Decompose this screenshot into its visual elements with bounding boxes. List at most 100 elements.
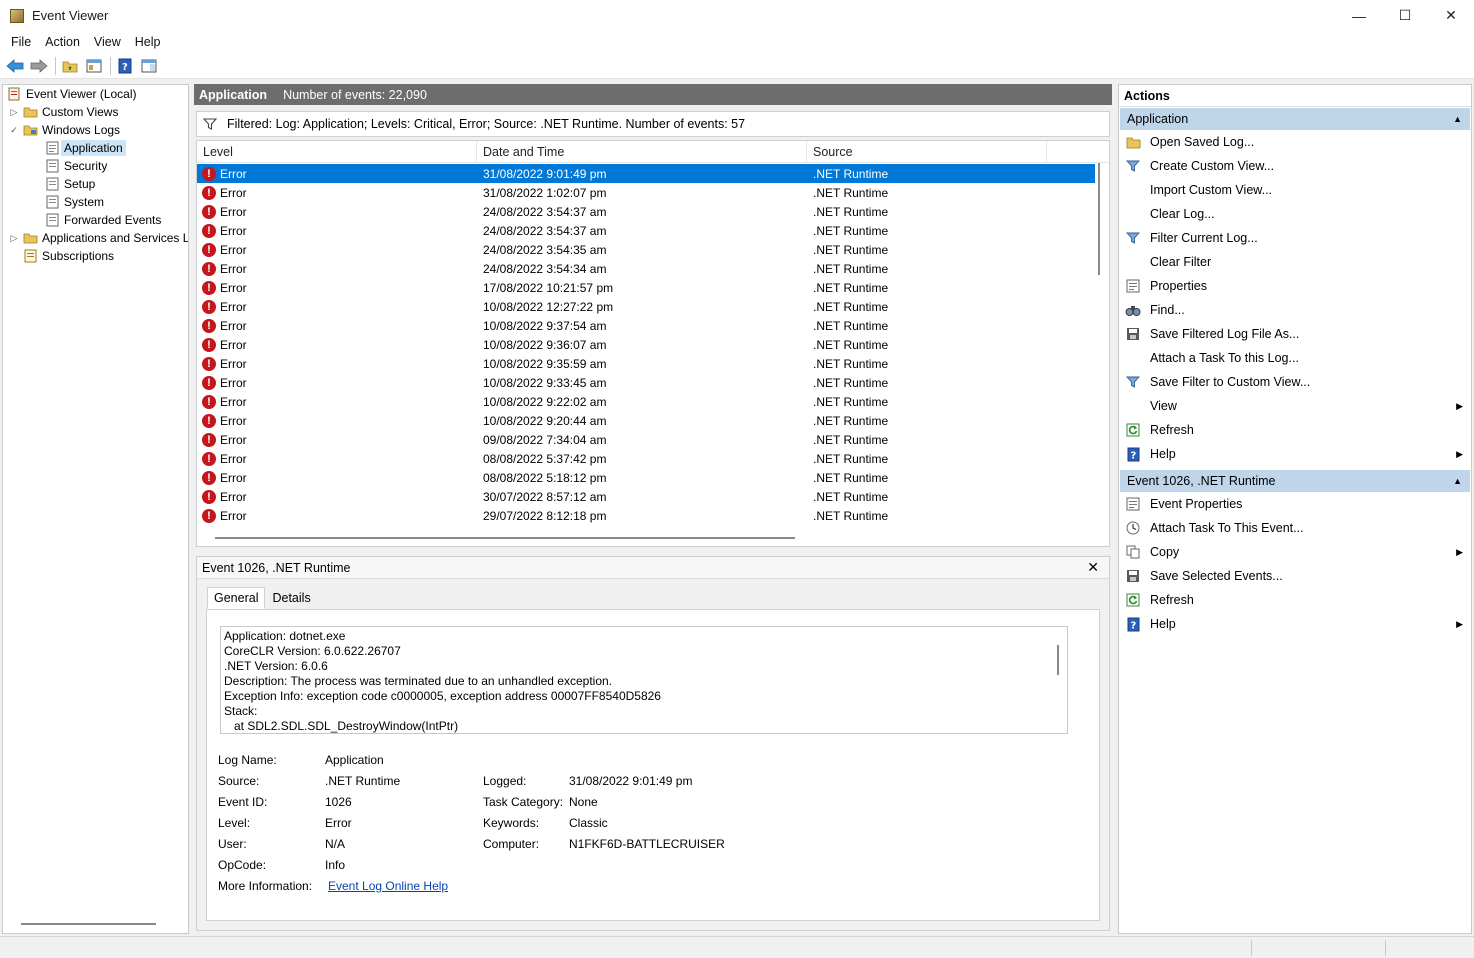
action-event-properties[interactable]: Event Properties <box>1119 492 1471 516</box>
expand-chevron-icon[interactable]: ▷ <box>9 107 19 118</box>
cell-source: .NET Runtime <box>813 223 889 238</box>
tree-item-custom-views[interactable]: ▷ Custom Views <box>9 103 119 121</box>
action-clear-log[interactable]: Clear Log... <box>1119 202 1471 226</box>
action-clear-filter[interactable]: Clear Filter <box>1119 250 1471 274</box>
forward-arrow-icon <box>30 58 48 73</box>
error-icon: ! <box>202 318 216 333</box>
action-help[interactable]: ? Help ▶ <box>1119 612 1471 636</box>
tab-details[interactable]: Details <box>265 587 317 609</box>
collapse-triangle-icon[interactable]: ▲ <box>1453 114 1462 124</box>
column-header-source[interactable]: Source <box>807 141 1047 163</box>
table-row[interactable]: ! Error 10/08/2022 9:37:54 am .NET Runtime <box>197 316 1095 335</box>
table-row[interactable]: ! Error 10/08/2022 12:27:22 pm .NET Runtime <box>197 297 1095 316</box>
table-row[interactable]: ! Error 17/08/2022 10:21:57 pm .NET Runtime <box>197 278 1095 297</box>
description-scrollbar[interactable] <box>1057 645 1059 675</box>
action-open-saved-log[interactable]: Open Saved Log... <box>1119 130 1471 154</box>
actions-section-event[interactable]: Event 1026, .NET Runtime ▲ <box>1120 470 1470 492</box>
funnel-icon <box>1125 374 1141 390</box>
table-row[interactable]: ! Error 10/08/2022 9:22:02 am .NET Runtime <box>197 392 1095 411</box>
table-row[interactable]: ! Error 31/08/2022 9:01:49 pm .NET Runtime <box>197 164 1095 183</box>
tree-item-event-viewer-local[interactable]: Event Viewer (Local) <box>7 85 137 103</box>
table-row[interactable]: ! Error 24/08/2022 3:54:35 am .NET Runtime <box>197 240 1095 259</box>
actions-section-application[interactable]: Application ▲ <box>1120 108 1470 130</box>
menu-help[interactable]: Help <box>128 35 168 49</box>
menu-view[interactable]: View <box>87 35 128 49</box>
action-help[interactable]: ? Help ▶ <box>1119 442 1471 466</box>
tree-item-subscriptions[interactable]: Subscriptions <box>23 247 114 265</box>
menu-file[interactable]: File <box>4 35 38 49</box>
tree-item-system[interactable]: System <box>45 193 104 211</box>
value-source: .NET Runtime <box>325 774 401 788</box>
tree-item-label: Security <box>64 159 108 173</box>
column-header-level[interactable]: Level <box>197 141 477 163</box>
tree-item-applications-and-services[interactable]: ▷ Applications and Services L <box>9 229 188 247</box>
console-tree: Event Viewer (Local) ▷ Custom Views ✓ Wi… <box>2 84 189 934</box>
close-button[interactable]: ✕ <box>1428 0 1474 31</box>
action-create-custom-view[interactable]: Create Custom View... <box>1119 154 1471 178</box>
table-row[interactable]: ! Error 08/08/2022 5:37:42 pm .NET Runtime <box>197 449 1095 468</box>
table-row[interactable]: ! Error 10/08/2022 9:36:07 am .NET Runtime <box>197 335 1095 354</box>
cell-date: 31/08/2022 9:01:49 pm <box>483 166 607 181</box>
tree-horizontal-scrollbar[interactable] <box>21 923 156 925</box>
close-detail-icon[interactable]: ✕ <box>1087 559 1099 576</box>
table-vertical-scrollbar[interactable] <box>1098 163 1100 275</box>
action-find[interactable]: Find... <box>1119 298 1471 322</box>
maximize-button[interactable]: ☐ <box>1382 0 1428 31</box>
table-row[interactable]: ! Error 09/08/2022 7:34:04 am .NET Runtime <box>197 430 1095 449</box>
forward-button[interactable] <box>28 55 50 77</box>
tree-item-application[interactable]: Application <box>45 139 126 157</box>
action-copy[interactable]: Copy ▶ <box>1119 540 1471 564</box>
column-header-date[interactable]: Date and Time <box>477 141 807 163</box>
table-row[interactable]: ! Error 10/08/2022 9:33:45 am .NET Runtime <box>197 373 1095 392</box>
action-label: Save Filter to Custom View... <box>1150 375 1311 389</box>
table-row[interactable]: ! Error 29/07/2022 8:12:18 pm .NET Runtime <box>197 506 1095 525</box>
table-row[interactable]: ! Error 31/08/2022 1:02:07 pm .NET Runtime <box>197 183 1095 202</box>
action-save-filtered-log-file-as[interactable]: Save Filtered Log File As... <box>1119 322 1471 346</box>
table-horizontal-scrollbar[interactable] <box>215 537 795 539</box>
level-text: Error <box>220 185 247 200</box>
error-icon: ! <box>202 299 216 314</box>
up-folder-button[interactable] <box>59 55 81 77</box>
collapse-triangle-icon[interactable]: ▲ <box>1453 476 1462 486</box>
tree-item-security[interactable]: Security <box>45 157 107 175</box>
tree-item-forwarded-events[interactable]: Forwarded Events <box>45 211 161 229</box>
action-import-custom-view[interactable]: Import Custom View... <box>1119 178 1471 202</box>
blank-icon <box>1125 350 1141 366</box>
table-row[interactable]: ! Error 10/08/2022 9:35:59 am .NET Runtime <box>197 354 1095 373</box>
show-hide-tree-button[interactable] <box>83 55 105 77</box>
action-save-filter-to-custom-view[interactable]: Save Filter to Custom View... <box>1119 370 1471 394</box>
minimize-button[interactable]: — <box>1336 0 1382 31</box>
subscriptions-icon <box>24 249 37 263</box>
value-keywords: Classic <box>569 816 608 830</box>
cell-level: ! Error <box>197 166 477 181</box>
table-row[interactable]: ! Error 10/08/2022 9:20:44 am .NET Runtime <box>197 411 1095 430</box>
expand-chevron-icon[interactable]: ▷ <box>9 233 19 244</box>
show-hide-action-pane-button[interactable] <box>138 55 160 77</box>
action-properties[interactable]: Properties <box>1119 274 1471 298</box>
funnel-icon <box>1125 158 1141 174</box>
level-text: Error <box>220 432 247 447</box>
action-refresh[interactable]: Refresh <box>1119 418 1471 442</box>
tree-item-setup[interactable]: Setup <box>45 175 95 193</box>
collapse-chevron-icon[interactable]: ✓ <box>9 125 19 136</box>
table-row[interactable]: ! Error 08/08/2022 5:18:12 pm .NET Runtime <box>197 468 1095 487</box>
action-view[interactable]: View ▶ <box>1119 394 1471 418</box>
action-refresh[interactable]: Refresh <box>1119 588 1471 612</box>
value-user: N/A <box>325 837 346 851</box>
table-row[interactable]: ! Error 30/07/2022 8:57:12 am .NET Runtime <box>197 487 1095 506</box>
tree-item-windows-logs[interactable]: ✓ Windows Logs <box>9 121 120 139</box>
table-row[interactable]: ! Error 24/08/2022 3:54:37 am .NET Runtime <box>197 221 1095 240</box>
refresh-icon <box>1125 592 1141 608</box>
action-attach-task-to-this-event[interactable]: Attach Task To This Event... <box>1119 516 1471 540</box>
action-save-selected-events[interactable]: Save Selected Events... <box>1119 564 1471 588</box>
tab-general[interactable]: General <box>207 587 266 609</box>
table-row[interactable]: ! Error 24/08/2022 3:54:34 am .NET Runtime <box>197 259 1095 278</box>
table-row[interactable]: ! Error 24/08/2022 3:54:37 am .NET Runtime <box>197 202 1095 221</box>
back-button[interactable] <box>4 55 26 77</box>
event-description[interactable]: Application: dotnet.exe CoreCLR Version:… <box>220 626 1068 734</box>
event-log-online-help-link[interactable]: Event Log Online Help <box>328 879 448 893</box>
action-filter-current-log[interactable]: Filter Current Log... <box>1119 226 1471 250</box>
action-attach-a-task-to-this-log[interactable]: Attach a Task To this Log... <box>1119 346 1471 370</box>
menu-action[interactable]: Action <box>38 35 87 49</box>
help-button[interactable]: ? <box>114 55 136 77</box>
